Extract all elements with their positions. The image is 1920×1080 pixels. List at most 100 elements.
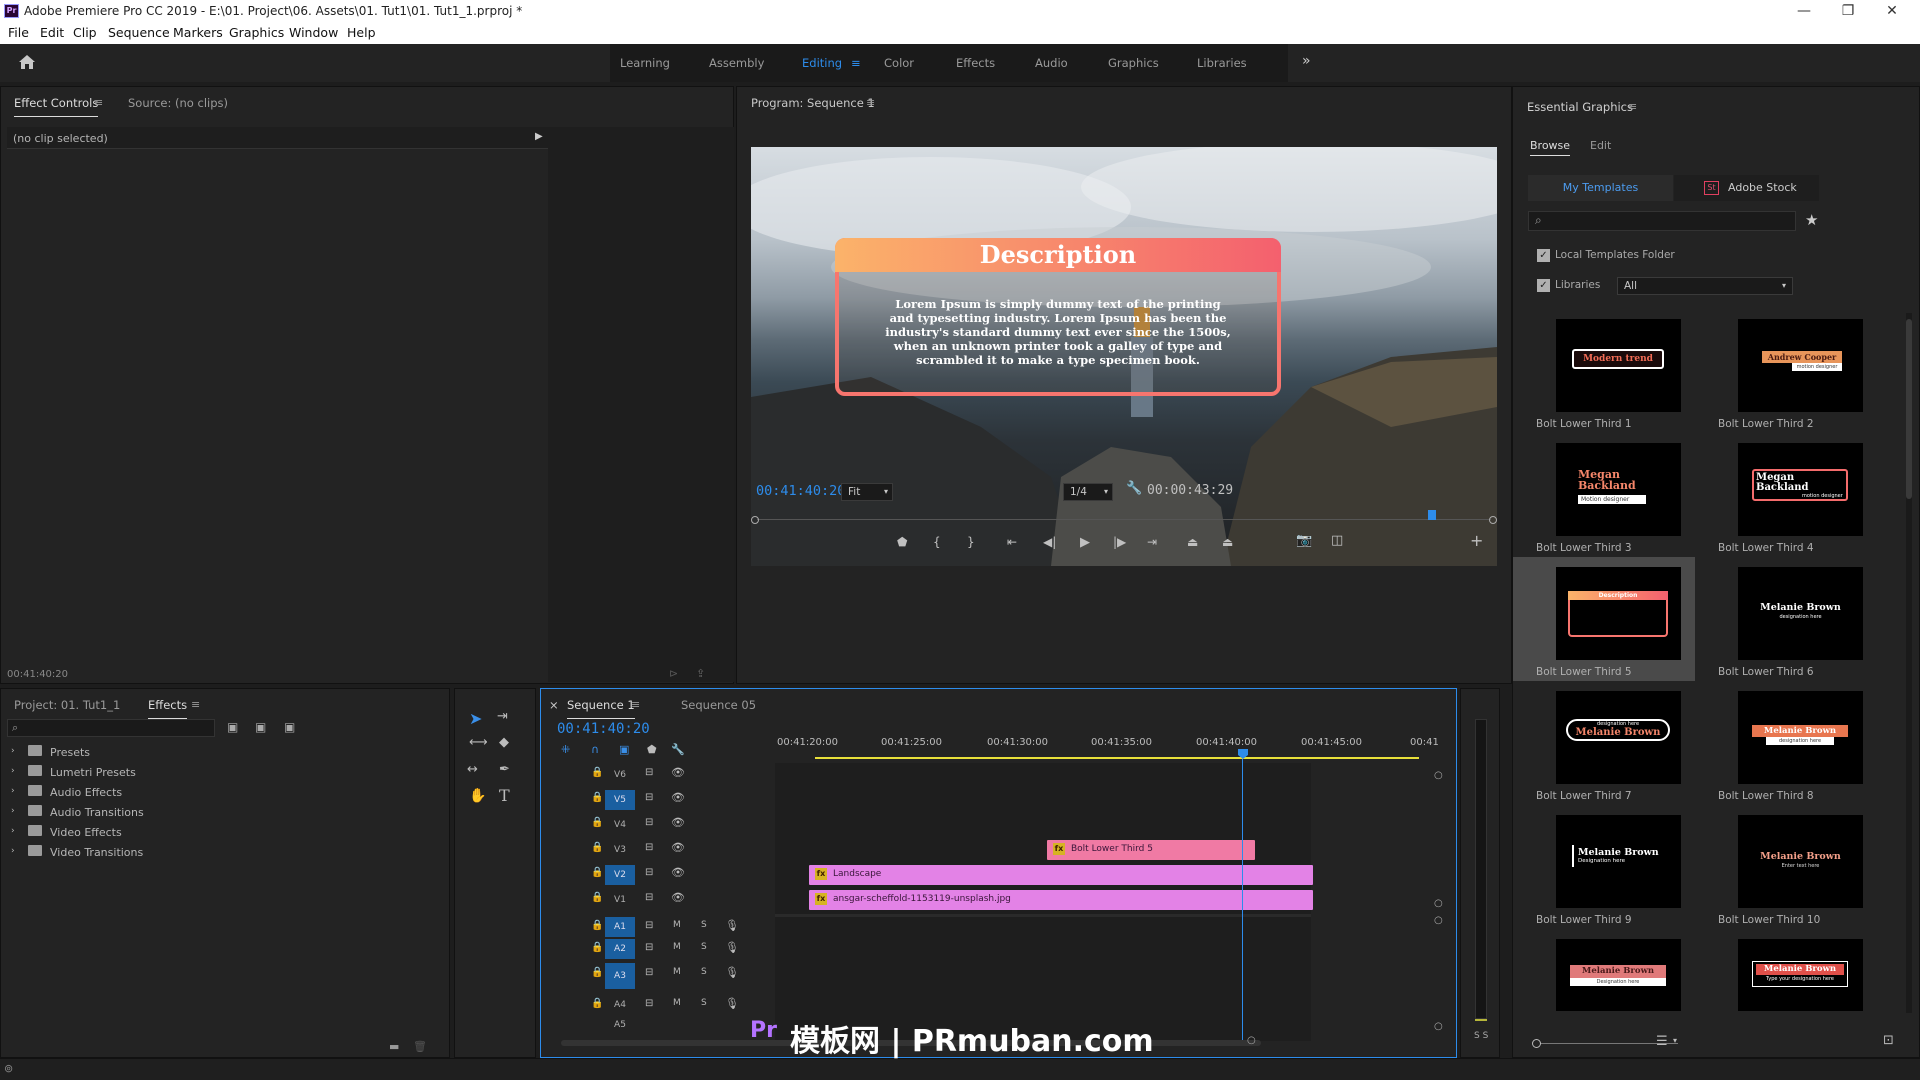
sync-lock-icon[interactable]: ⊟ (645, 967, 653, 978)
new-bin-icon[interactable]: ▬ (389, 1040, 399, 1053)
wrench-icon[interactable]: 🔧 (1126, 481, 1142, 496)
slider-handle[interactable] (1532, 1039, 1541, 1048)
templates-scrollbar[interactable] (1906, 313, 1912, 1013)
microphone-icon[interactable]: 🎙 (725, 966, 739, 979)
playhead[interactable] (1428, 510, 1437, 520)
snap-icon[interactable]: ∩ (591, 743, 599, 756)
in-handle[interactable] (751, 516, 759, 524)
lock-icon[interactable]: 🔒 (591, 867, 603, 878)
workspace-tab-effects[interactable]: Effects (956, 56, 995, 70)
list-item[interactable]: › Audio Effects (1, 783, 449, 803)
workspace-overflow-icon[interactable]: » (1302, 53, 1311, 69)
maximize-button[interactable]: ❐ (1828, 2, 1868, 20)
extract-icon[interactable]: ⏏ (1222, 535, 1233, 549)
list-item[interactable]: › Presets (1, 743, 449, 763)
eye-icon[interactable]: 👁 (671, 891, 685, 904)
track-label[interactable]: A4 (605, 995, 635, 1015)
sync-lock-icon[interactable]: ⊟ (645, 892, 653, 903)
menu-file[interactable]: File (8, 25, 29, 40)
star-icon[interactable]: ★ (1805, 211, 1818, 229)
tab-project[interactable]: Project: 01. Tut1_1 (14, 698, 120, 712)
minimize-button[interactable]: — (1784, 2, 1824, 20)
workspace-tab-editing[interactable]: Editing (802, 56, 842, 70)
template-card[interactable]: Megan Backland motion designer Bolt Lowe… (1710, 437, 1892, 558)
sync-lock-icon[interactable]: ⊟ (645, 817, 653, 828)
menu-edit[interactable]: Edit (40, 25, 64, 40)
template-card[interactable]: Melanie Brown Type your designation here (1710, 933, 1892, 1013)
my-templates-button[interactable]: My Templates (1528, 175, 1673, 201)
video-frame[interactable]: Description Lorem Ipsum is simply dummy … (751, 147, 1497, 566)
microphone-icon[interactable]: 🎙 (725, 997, 739, 1010)
tab-sequence-1[interactable]: Sequence 1 (567, 698, 635, 719)
sync-lock-icon[interactable]: ⊟ (645, 792, 653, 803)
mark-out-icon[interactable]: } (967, 535, 975, 549)
sort-icon[interactable]: ☰ (1656, 1034, 1668, 1049)
template-card[interactable]: Melanie Brown Designation here (1528, 933, 1710, 1013)
solo-button[interactable]: S (701, 942, 707, 952)
close-sequence-icon[interactable]: × (549, 698, 559, 712)
menu-window[interactable]: Window (289, 25, 338, 40)
menu-clip[interactable]: Clip (73, 25, 97, 40)
eye-icon[interactable]: 👁 (671, 866, 685, 879)
resolution-select[interactable]: 1/4 ▾ (1063, 483, 1113, 501)
close-button[interactable]: ✕ (1872, 2, 1912, 20)
mute-button[interactable]: M (673, 967, 681, 977)
panel-menu-icon[interactable]: ≡ (631, 698, 640, 711)
install-motion-graphics-icon[interactable]: ⊡ (1883, 1033, 1894, 1048)
scrub-bar[interactable] (751, 510, 1497, 526)
scroll-handle-icon[interactable]: ○ (1434, 1021, 1443, 1032)
track-label[interactable]: V5 (605, 790, 635, 810)
tab-program[interactable]: Program: Sequence 1 (751, 96, 875, 110)
workspace-tab-color[interactable]: Color (884, 56, 914, 70)
solo-button[interactable]: S (701, 998, 707, 1008)
work-area-bar[interactable] (815, 757, 1419, 759)
menu-markers[interactable]: Markers (173, 25, 223, 40)
sync-lock-icon[interactable]: ⊟ (645, 842, 653, 853)
selection-tool-icon[interactable]: ➤ (469, 709, 482, 728)
zoom-select[interactable]: Fit ▾ (841, 483, 893, 501)
track-label[interactable]: V1 (605, 890, 635, 910)
list-item[interactable]: › Video Effects (1, 823, 449, 843)
workspace-tab-assembly[interactable]: Assembly (709, 56, 764, 70)
clip-v3[interactable]: fx Bolt Lower Third 5 (1047, 840, 1255, 860)
scroll-handle-icon[interactable]: ○ (1434, 770, 1443, 781)
yuv-effects-icon[interactable]: ▣ (284, 720, 295, 734)
sync-lock-icon[interactable]: ⊟ (645, 998, 653, 1009)
track-select-tool-icon[interactable]: ⇥ (497, 709, 508, 724)
32bit-effects-icon[interactable]: ▣ (255, 720, 266, 734)
template-card[interactable]: Megan Backland Motion designer Bolt Lowe… (1528, 437, 1710, 558)
menu-sequence[interactable]: Sequence (108, 25, 170, 40)
lock-icon[interactable]: 🔒 (591, 892, 603, 903)
sync-lock-icon[interactable]: ⊟ (645, 920, 653, 931)
workspace-tab-learning[interactable]: Learning (620, 56, 670, 70)
workspace-tab-graphics[interactable]: Graphics (1108, 56, 1159, 70)
tab-browse[interactable]: Browse (1530, 139, 1571, 156)
list-item[interactable]: › Video Transitions (1, 843, 449, 863)
sync-lock-icon[interactable]: ⊟ (645, 767, 653, 778)
nest-icon[interactable]: ⁜ (561, 743, 570, 756)
lift-icon[interactable]: ⏏ (1187, 535, 1198, 549)
workspace-tab-audio[interactable]: Audio (1035, 56, 1068, 70)
template-card[interactable]: designation here Melanie Brown Bolt Lowe… (1528, 685, 1710, 806)
tab-source[interactable]: Source: (no clips) (128, 96, 228, 110)
track-label[interactable]: V3 (605, 840, 635, 860)
current-timecode[interactable]: 00:41:40:20 (756, 483, 845, 499)
tab-edit[interactable]: Edit (1590, 139, 1611, 152)
panel-menu-icon[interactable]: ≡ (191, 698, 200, 711)
timeline-timecode[interactable]: 00:41:40:20 (557, 721, 650, 737)
lock-icon[interactable]: 🔒 (591, 842, 603, 853)
menu-help[interactable]: Help (347, 25, 376, 40)
track-label[interactable]: A1 (605, 917, 635, 937)
hand-tool-icon[interactable]: ✋ (469, 788, 486, 804)
track-label[interactable]: A3 (605, 963, 635, 989)
comparison-view-icon[interactable]: ◫ (1331, 533, 1343, 548)
track-label[interactable]: A5 (605, 1019, 635, 1031)
mark-in-icon[interactable]: { (933, 535, 941, 549)
type-tool-icon[interactable]: T (499, 786, 510, 805)
go-to-in-icon[interactable]: ⇤ (1007, 535, 1017, 549)
tab-sequence-05[interactable]: Sequence 05 (681, 698, 756, 712)
menu-graphics[interactable]: Graphics (229, 25, 284, 40)
track-label[interactable]: V2 (605, 865, 635, 885)
scroll-thumb[interactable] (1906, 319, 1912, 499)
chevron-down-icon[interactable]: ▾ (1673, 1036, 1677, 1045)
